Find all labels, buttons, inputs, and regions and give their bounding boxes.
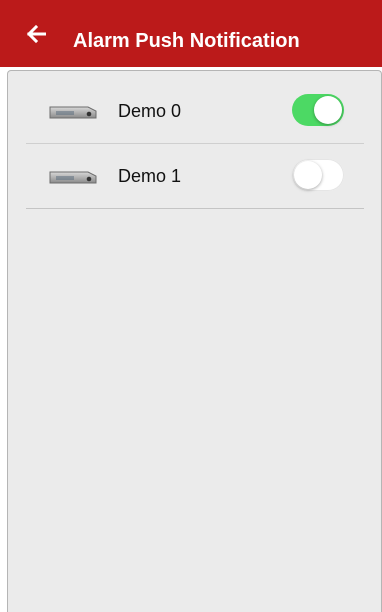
toggle-knob: [294, 161, 322, 189]
device-list: Demo 0 Demo 1: [7, 70, 382, 612]
device-row-demo-0: Demo 0: [26, 79, 364, 144]
app-bar: Alarm Push Notification: [0, 0, 382, 67]
back-button[interactable]: [24, 24, 48, 48]
title-fade: [310, 0, 382, 67]
device-name: Demo 1: [118, 166, 182, 186]
page-title: Alarm Push Notification: [73, 30, 300, 52]
arrow-left-icon: [26, 24, 47, 49]
dvr-device-icon: [48, 104, 98, 120]
device-name: Demo 0: [118, 101, 182, 121]
toggle-knob: [314, 96, 342, 124]
device-row-demo-1: Demo 1: [26, 144, 364, 209]
push-toggle-demo-1[interactable]: [292, 159, 344, 191]
dvr-device-icon: [48, 169, 98, 185]
push-toggle-demo-0[interactable]: [292, 94, 344, 126]
